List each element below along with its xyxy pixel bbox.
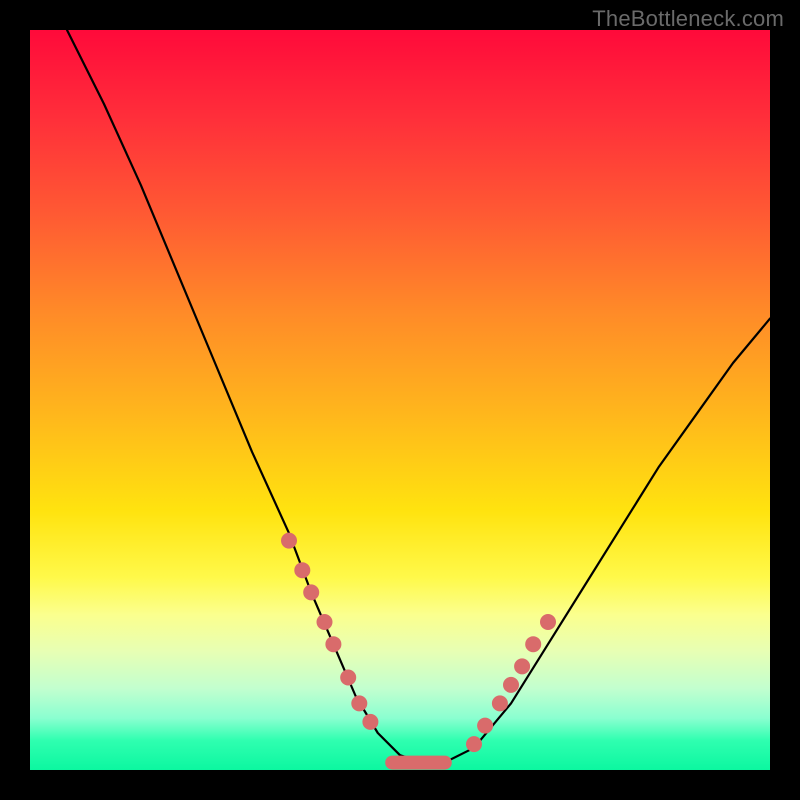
chart-svg: [0, 0, 800, 800]
dots-left-dot: [362, 714, 378, 730]
dots-right-dot: [492, 695, 508, 711]
bottleneck-curve: [67, 30, 770, 763]
dots-left-dot: [340, 670, 356, 686]
plateau-marker: [385, 756, 452, 770]
dots-left-dot: [317, 614, 333, 630]
dots-right-dot: [503, 677, 519, 693]
dots-right-dot: [525, 636, 541, 652]
dots-left-dot: [325, 636, 341, 652]
dots-right-dot: [477, 718, 493, 734]
dots-right-dot: [466, 736, 482, 752]
dots-left-dot: [351, 695, 367, 711]
chart-canvas: TheBottleneck.com: [0, 0, 800, 800]
dots-left-dot: [281, 533, 297, 549]
dots-right-dot: [540, 614, 556, 630]
dots-right-dot: [514, 658, 530, 674]
dots-left-dot: [294, 562, 310, 578]
dots-left-dot: [303, 584, 319, 600]
